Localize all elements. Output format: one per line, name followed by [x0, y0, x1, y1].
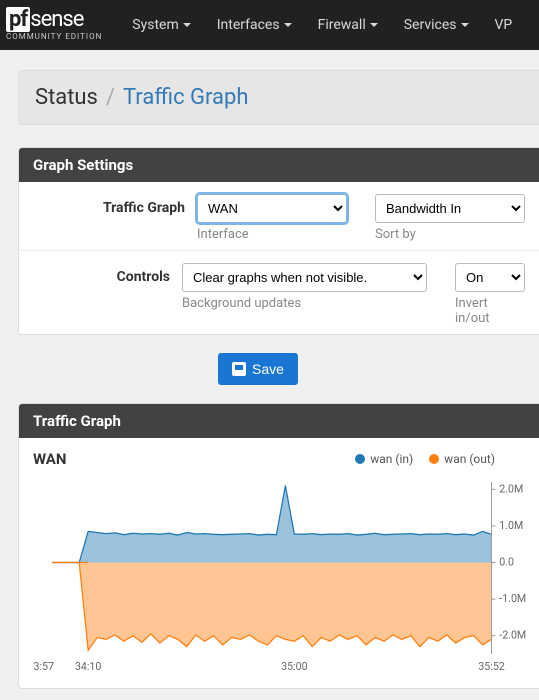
chart-plot: 2.0M 1.0M 0.0 -1.0M -2.0M 33:57 34:10 35:00 35:5…	[33, 474, 535, 674]
svg-text:33:57: 33:57	[33, 660, 54, 673]
helper-sortby: Sort by	[375, 227, 525, 242]
background-updates-select[interactable]: Clear graphs when not visible.	[182, 263, 427, 292]
chart-svg: 2.0M 1.0M 0.0 -1.0M -2.0M 33:57 34:10 35:00 35:5…	[33, 474, 535, 674]
svg-text:35:52: 35:52	[478, 660, 504, 673]
nav-vpn[interactable]: VP	[483, 9, 525, 41]
chart-title: WAN	[33, 450, 66, 468]
legend-dot-out-icon	[429, 454, 439, 464]
chart-legend: wan (in) wan (out)	[355, 452, 495, 466]
svg-text:1.0M: 1.0M	[499, 519, 523, 532]
brand-pf: pf	[6, 7, 30, 32]
save-icon	[232, 362, 246, 376]
svg-text:35:00: 35:00	[281, 660, 307, 673]
caret-down-icon	[370, 23, 378, 27]
legend-dot-in-icon	[355, 454, 365, 464]
legend-wan-out: wan (out)	[429, 452, 495, 466]
nav-system[interactable]: System	[120, 9, 202, 41]
traffic-graph-panel: Traffic Graph WAN wan (in) wan (out)	[18, 403, 539, 689]
form-row-controls: Controls Clear graphs when not visible. …	[19, 251, 539, 334]
caret-down-icon	[461, 23, 469, 27]
brand-sub: COMMUNITY EDITION	[6, 33, 102, 41]
legend-wan-in: wan (in)	[355, 452, 413, 466]
panel-header-chart: Traffic Graph	[19, 404, 539, 438]
svg-text:-2.0M: -2.0M	[499, 629, 526, 642]
helper-interface: Interface	[197, 227, 347, 242]
invert-select[interactable]: On	[455, 263, 525, 292]
top-navbar: pfsense COMMUNITY EDITION System Interfa…	[0, 0, 539, 50]
label-controls: Controls	[33, 263, 182, 285]
helper-invert: Invert in/out	[455, 296, 525, 326]
nav-interfaces[interactable]: Interfaces	[205, 9, 304, 41]
nav-firewall[interactable]: Firewall	[306, 9, 390, 41]
graph-settings-panel: Graph Settings Traffic Graph WAN Interfa…	[18, 147, 539, 335]
content-area: Status / Traffic Graph Graph Settings Tr…	[0, 50, 539, 689]
breadcrumb-status[interactable]: Status	[35, 85, 98, 110]
brand-sense: sense	[30, 7, 83, 32]
save-row: Save	[18, 353, 539, 385]
breadcrumb-sep: /	[106, 85, 115, 110]
caret-down-icon	[284, 23, 292, 27]
breadcrumb-page[interactable]: Traffic Graph	[123, 85, 249, 110]
svg-text:34:10: 34:10	[75, 660, 101, 673]
nav-services[interactable]: Services	[392, 9, 481, 41]
caret-down-icon	[183, 23, 191, 27]
helper-background: Background updates	[182, 296, 427, 311]
sortby-select[interactable]: Bandwidth In	[375, 194, 525, 223]
nav-items: System Interfaces Firewall Services VP	[120, 9, 524, 41]
interface-select[interactable]: WAN	[197, 194, 347, 223]
brand-logo[interactable]: pfsense COMMUNITY EDITION	[6, 9, 102, 41]
svg-text:-1.0M: -1.0M	[499, 592, 526, 605]
form-row-traffic-graph: Traffic Graph WAN Interface Bandwidth In…	[19, 182, 539, 251]
panel-header-settings: Graph Settings	[19, 148, 539, 182]
label-traffic-graph: Traffic Graph	[33, 194, 197, 216]
breadcrumb: Status / Traffic Graph	[18, 70, 539, 125]
save-button[interactable]: Save	[218, 353, 298, 385]
svg-text:2.0M: 2.0M	[499, 482, 523, 495]
chart-body: WAN wan (in) wan (out) 2.0M 1.0M 0.0 -1.0M -…	[19, 438, 539, 688]
svg-text:0.0: 0.0	[499, 555, 514, 568]
